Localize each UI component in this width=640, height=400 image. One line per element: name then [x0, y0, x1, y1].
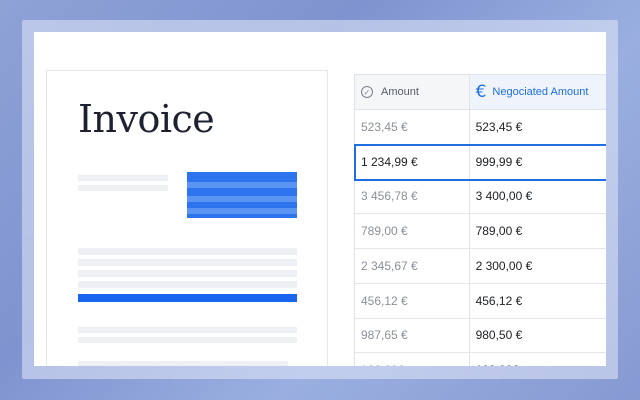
table-row[interactable]: 523,45 €523,45 €	[355, 110, 606, 145]
amount-cell[interactable]: 3 456,78 €	[355, 179, 470, 214]
table-row[interactable]: 2 345,67 €2 300,00 €	[355, 249, 606, 284]
amount-cell[interactable]: 2 345,67 €	[355, 249, 470, 283]
placeholder-line	[78, 248, 297, 255]
highlighted-amount-block	[187, 172, 297, 218]
invoice-document: Invoice	[46, 70, 328, 366]
column-header-negotiated-amount[interactable]: € Negociated Amount	[469, 75, 606, 109]
column-header-amount[interactable]: ✓ Amount	[355, 75, 470, 109]
column-header-label: Amount	[381, 86, 419, 98]
check-circle-icon: ✓	[361, 86, 373, 98]
highlighted-line	[78, 294, 297, 302]
negotiated-amount-cell[interactable]: 2 300,00 €	[470, 249, 606, 283]
table-header: ✓ Amount € Negociated Amount	[355, 75, 606, 110]
preview-canvas: Invoice ✓ Amount € Negociated Amount 523…	[34, 32, 606, 366]
table-row-selected[interactable]: 1 234,99 €999,99 €	[354, 143, 606, 181]
amount-cell[interactable]: 523,45 €	[355, 110, 470, 144]
placeholder-line	[78, 259, 297, 266]
table-row[interactable]: 122,00€100,00€	[355, 353, 606, 366]
negotiated-amount-cell[interactable]: 980,50 €	[470, 319, 606, 353]
placeholder-line	[78, 327, 297, 333]
block-stripe	[187, 196, 297, 202]
table-row[interactable]: 456,12 €456,12 €	[355, 283, 606, 319]
placeholder-line	[78, 270, 297, 277]
amount-cell[interactable]: 456,12 €	[355, 283, 470, 318]
negotiated-amount-cell[interactable]: 789,00 €	[470, 214, 606, 248]
euro-icon: €	[475, 82, 487, 102]
amounts-table: ✓ Amount € Negociated Amount 523,45 €523…	[354, 74, 606, 366]
amount-cell[interactable]: 987,65 €	[355, 318, 470, 353]
block-stripe	[187, 208, 297, 214]
negotiated-amount-cell[interactable]: 100,00€	[470, 353, 606, 366]
negotiated-amount-cell[interactable]: 3 400,00 €	[470, 180, 606, 214]
amount-cell[interactable]: 789,00 €	[355, 214, 470, 248]
negotiated-amount-cell[interactable]: 999,99 €	[470, 145, 606, 179]
invoice-title: Invoice	[78, 97, 215, 141]
amount-cell[interactable]: 122,00€	[355, 353, 470, 366]
amount-cell[interactable]: 1 234,99 €	[355, 144, 470, 179]
column-header-label: Negociated Amount	[492, 86, 589, 98]
table-row[interactable]: 987,65 €980,50 €	[355, 318, 606, 354]
table-row[interactable]: 3 456,78 €3 400,00 €	[355, 179, 606, 215]
negotiated-amount-cell[interactable]: 523,45 €	[470, 110, 606, 144]
placeholder-line	[78, 361, 288, 366]
placeholder-line	[78, 281, 297, 288]
placeholder-line	[78, 337, 297, 343]
table-body: 523,45 €523,45 €1 234,99 €999,99 €3 456,…	[354, 110, 606, 366]
placeholder-line	[78, 185, 168, 191]
block-stripe	[187, 182, 297, 188]
negotiated-amount-cell[interactable]: 456,12 €	[470, 284, 606, 318]
table-row[interactable]: 789,00 €789,00 €	[355, 214, 606, 249]
placeholder-line	[78, 175, 168, 181]
